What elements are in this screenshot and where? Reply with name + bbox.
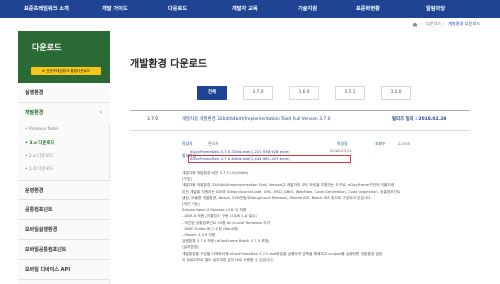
breadcrumb-bar [0, 18, 500, 31]
nav-item-education[interactable]: 개발자 교육 [232, 0, 258, 18]
sidebar-item-mobile-device[interactable]: 모바일 디바이스 API [18, 260, 110, 280]
home-icon[interactable] [412, 22, 418, 27]
file-download-32bit[interactable]: eGovFrameDev-3.7.0-32bit.exe(1,221,938,9… [190, 149, 290, 154]
page-title: 개발환경 다운로드 [130, 59, 208, 70]
sidebar-header: 다운로드 [18, 31, 110, 83]
sidebar-item-ops[interactable]: 운영환경 [18, 180, 110, 200]
sidebar-subitem-1x[interactable]: • 1.0 다운로드 [25, 166, 54, 172]
description-line: 이 완료되므로 별도 설치과정 없이 바로 사용할 수 있습니다. [182, 257, 274, 262]
breadcrumb-separator: › [443, 21, 445, 26]
highlight-box [188, 155, 351, 163]
sidebar-subitem-release-note[interactable]: • Release Note [25, 127, 58, 132]
tab-3-2-0[interactable]: 3.2.0 [381, 86, 411, 100]
sidebar-item-label: 모바일 디바이스 API [25, 267, 71, 273]
sidebar-item-label: 모바일공통컴포넌트 [25, 247, 67, 253]
author-label: 작성자 [182, 141, 193, 146]
tab-3-5-1[interactable]: 3.5.1 [335, 86, 365, 100]
views-value: 22355 [398, 141, 411, 146]
sidebar-item-runtime[interactable]: 실행환경 [18, 83, 110, 103]
row-divider [130, 130, 470, 131]
sidebar-item-label: 실행환경 [25, 90, 44, 96]
sidebar-item-mobile-runtime[interactable]: 모바일실행환경 [18, 220, 110, 240]
views-label: 조회수 [375, 141, 386, 146]
nav-item-support[interactable]: 기술지원 [298, 0, 317, 18]
date-value: 2018-03-21 [330, 148, 353, 153]
sidebar-item-label: 개발환경 [25, 110, 44, 116]
breadcrumb-separator: › [421, 21, 423, 26]
tab-all[interactable]: 전체 [197, 86, 227, 100]
sidebar-subitem-2x[interactable]: • 2.x 다운로드 [25, 153, 53, 159]
sidebar-item-devenv[interactable]: 개발환경 › [18, 103, 110, 123]
sidebar-title: 다운로드 [32, 43, 62, 52]
tab-3-6-0[interactable]: 3.6.0 [289, 86, 319, 100]
nav-item-guide[interactable]: 개발 가이드 [102, 0, 128, 18]
top-navigation: 표준프레임워크 소개 개발 가이드 다운로드 개발자 교육 기술지원 표준화현황… [0, 0, 500, 18]
sidebar-item-label: 모바일실행환경 [25, 227, 58, 233]
breadcrumb-current: 개발환경 다운로드 [448, 21, 481, 26]
sidebar-item-common[interactable]: 공통컴포넌트 [18, 200, 110, 220]
nav-item-intro[interactable]: 표준프레임워크 소개 [24, 0, 69, 18]
date-label: 작성일 [337, 141, 348, 146]
sidebar-item-label: 공통컴포넌트 [25, 207, 53, 213]
row-version: 3.7.0 [147, 117, 159, 122]
sidebar-item-label: 운영환경 [25, 188, 44, 194]
nav-item-notice[interactable]: 알림마당 [426, 0, 445, 18]
tab-3-7-0[interactable]: 3.7.0 [243, 86, 273, 100]
sidebar-subitem-3x[interactable]: • 3.x 다운로드 [25, 140, 55, 146]
list-top-divider [130, 110, 470, 111]
breadcrumb-download[interactable]: 다운로드 [426, 20, 441, 28]
nav-item-status[interactable]: 표준화현황 [356, 0, 380, 18]
release-description: 개발자용 개발환경 버전 3.7.0 (32/64bit) [구성] 개발자용 … [182, 170, 472, 263]
row-title-link[interactable]: 개발자용 개발환경 32bit(64bit)(Implementation To… [182, 115, 330, 125]
release-date: 릴리즈 일자 : 2018.02.28 [392, 117, 447, 122]
integrated-download-button[interactable]: ★ 표준프레임워크 통합다운로드 [31, 67, 101, 75]
nav-item-download[interactable]: 다운로드 [168, 0, 187, 18]
sidebar-item-mobile-common[interactable]: 모바일공통컴포넌트 [18, 240, 110, 260]
chevron-right-icon: › [99, 109, 102, 116]
author-value: 관리자 [208, 141, 219, 146]
